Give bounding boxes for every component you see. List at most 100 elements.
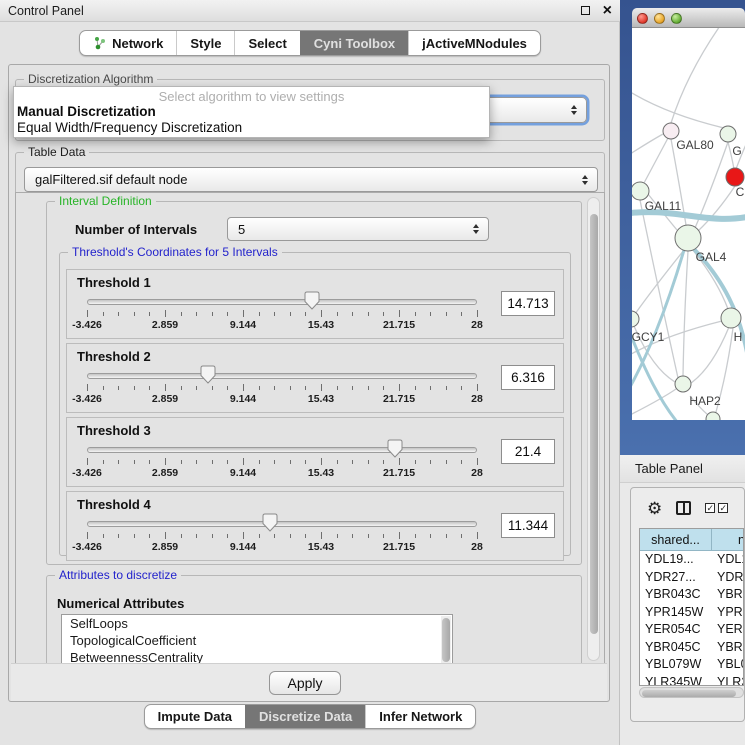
gear-icon[interactable]: ⚙ [647,500,662,517]
threshold-value-field[interactable]: 11.344 [501,513,555,538]
zoom-traffic-light[interactable] [671,13,682,24]
tick-mark [430,386,431,390]
tab-label: Discretize Data [259,709,352,724]
tab-cyni-toolbox[interactable]: Cyni Toolbox [300,31,408,55]
tab-style[interactable]: Style [176,31,234,55]
tab-infer-network[interactable]: Infer Network [365,705,475,728]
table-row[interactable]: YLR345WYLR3 [640,674,743,687]
threshold-value-field[interactable]: 6.316 [501,365,555,390]
tick-mark [477,310,478,317]
attributes-group-title: Attributes to discretize [55,568,181,582]
combo-arrows-icon[interactable] [473,224,479,234]
slider-thumb[interactable] [262,513,278,532]
apply-button[interactable]: Apply [269,671,341,695]
threshold-value-field[interactable]: 14.713 [501,291,555,316]
tick-mark [305,460,306,464]
slider-track[interactable] [87,299,477,305]
network-node-gcy1[interactable] [632,311,639,327]
threshold-slider[interactable]: -3.4262.8599.14415.4321.71528 [87,418,477,486]
network-node-gal4[interactable] [675,225,701,251]
slider-track[interactable] [87,521,477,527]
tab-discretize-data[interactable]: Discretize Data [245,705,365,728]
network-node-label: H [734,330,743,344]
tab-network[interactable]: Network [80,31,176,55]
attribute-item-selfloops[interactable]: SelfLoops [62,615,452,632]
table-row[interactable]: YPR145WYPR1 [640,604,743,622]
tick-mark [212,386,213,390]
network-node[interactable] [706,412,720,420]
attributes-list-scrollbar[interactable] [441,616,451,666]
table-row[interactable]: YDL19...YDL1 [640,551,743,569]
table-horizontal-scrollbar[interactable] [639,687,744,698]
combo-arrows-icon[interactable] [582,175,588,185]
tick-mark [430,312,431,316]
slider-thumb[interactable] [387,439,403,458]
tick-mark [461,460,462,464]
slider-thumb[interactable] [304,291,320,310]
checkbox-icon[interactable]: ✓ [705,503,715,513]
threshold-value-field[interactable]: 21.4 [501,439,555,464]
table-row[interactable]: YDR27...YDR2 [640,569,743,587]
tab-impute-data[interactable]: Impute Data [145,705,245,728]
table-cell: YDL1 [712,551,744,569]
network-canvas[interactable]: GAL80GCGAL11GAL4GCY1HHAP2 [632,28,745,420]
tick-labels: -3.4262.8599.14415.4321.71528 [87,467,477,480]
close-icon[interactable]: × [603,1,612,21]
network-node-h[interactable] [721,308,741,328]
table-row[interactable]: YBL079WYBL0 [640,656,743,674]
network-edge [635,250,684,314]
threshold-rows: Threshold 1-3.4262.8599.14415.4321.71528… [60,253,570,561]
network-node-c[interactable] [726,168,744,186]
slider-track[interactable] [87,373,477,379]
network-node-gal11[interactable] [632,182,649,200]
checkbox-icon[interactable]: ✓ [718,503,728,513]
float-window-icon[interactable] [581,6,590,15]
tick-mark [196,460,197,464]
tick-mark [290,312,291,316]
table-data-combobox[interactable]: galFiltered.sif default node [24,167,598,192]
column-header-n[interactable]: n [712,529,744,551]
column-header-shared[interactable]: shared... [640,529,712,551]
network-node-gal80[interactable] [663,123,679,139]
tab-select[interactable]: Select [234,31,299,55]
table-row[interactable]: YER054CYER0 [640,621,743,639]
network-node-hap2[interactable] [675,376,691,392]
node-attribute-table[interactable]: shared...n YDL19...YDL1YDR27...YDR2YBR04… [639,528,744,686]
tick-mark [461,386,462,390]
tick-mark [212,534,213,538]
threshold-slider[interactable]: -3.4262.8599.14415.4321.71528 [87,270,477,338]
threshold-slider[interactable]: -3.4262.8599.14415.4321.71528 [87,344,477,412]
tick-mark [399,458,400,465]
table-cell: YBR045C [640,639,712,657]
number-of-intervals-label: Number of Intervals [75,222,197,237]
attribute-item-topologicalcoefficient[interactable]: TopologicalCoefficient [62,632,452,649]
close-traffic-light[interactable] [637,13,648,24]
algorithm-option-equal-width-frequency-discretization[interactable]: Equal Width/Frequency Discretization [14,120,489,136]
split-column-icon[interactable] [676,501,691,515]
table-row[interactable]: YBR045CYBR0 [640,639,743,657]
settings-vertical-scrollbar[interactable] [587,197,600,661]
number-of-intervals-combobox[interactable]: 5 [227,217,489,241]
tick-mark [383,534,384,538]
slider-track[interactable] [87,447,477,453]
network-node-g[interactable] [720,126,736,142]
tick-mark [149,534,150,538]
network-edge-highlighted [632,212,745,219]
table-row[interactable]: YBR043CYBR0 [640,586,743,604]
algorithm-option-manual-discretization[interactable]: Manual Discretization [14,104,489,120]
numerical-attributes-list[interactable]: SelfLoopsTopologicalCoefficientBetweenne… [61,614,453,666]
tick-mark [415,460,416,464]
tab-jactivemnodules[interactable]: jActiveMNodules [408,31,540,55]
combo-arrows-icon[interactable] [571,105,577,115]
threshold-slider[interactable]: -3.4262.8599.14415.4321.71528 [87,492,477,560]
network-window-titlebar[interactable] [632,8,745,28]
slider-thumb[interactable] [200,365,216,384]
tick-label: 9.144 [230,541,256,553]
tick-mark [274,460,275,464]
minimize-traffic-light[interactable] [654,13,665,24]
tick-mark [259,534,260,538]
slider-ticks [87,532,477,540]
table-rows: YDL19...YDL1YDR27...YDR2YBR043CYBR0YPR14… [640,551,743,686]
tick-mark [430,460,431,464]
control-panel-titlebar: Control Panel × [0,0,620,22]
